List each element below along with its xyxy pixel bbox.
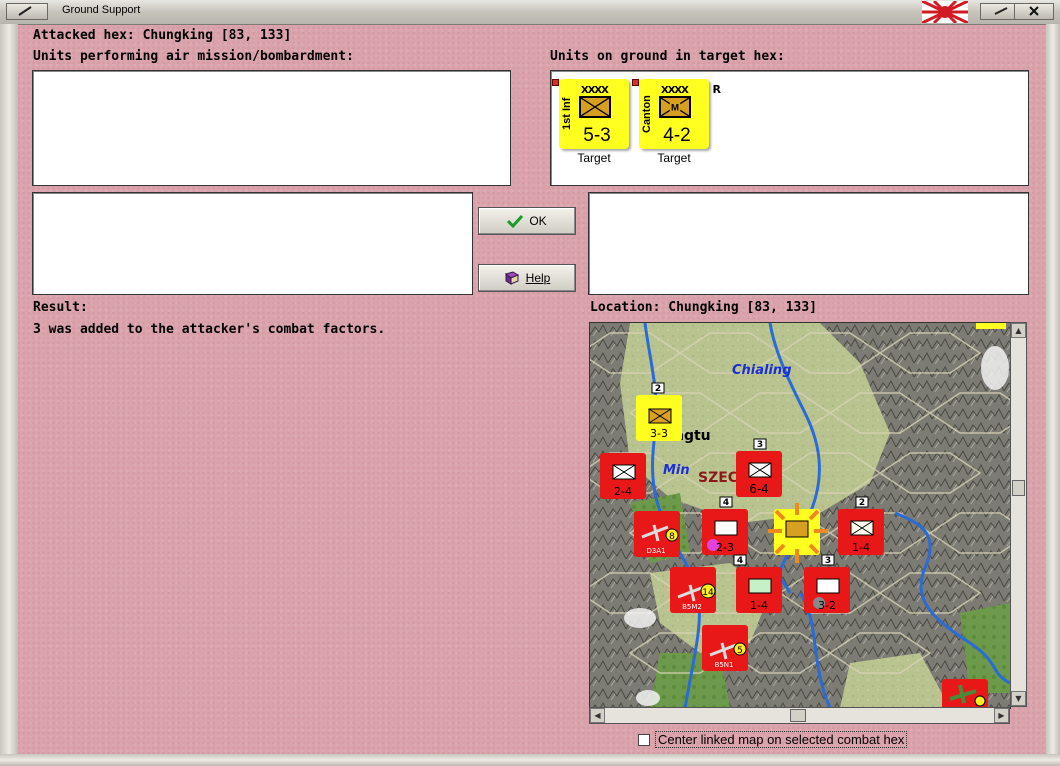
svg-text:B5N1: B5N1 <box>715 661 734 669</box>
center-map-option[interactable]: Center linked map on selected combat hex <box>638 731 908 748</box>
unit-status: Target <box>657 151 691 165</box>
hex-map: Chialing Min ngtu SZEC 2 3-3 2-4 3 6-4 4… <box>590 323 1010 708</box>
svg-text:D3A1: D3A1 <box>646 547 665 555</box>
ground-support-dialog: Ground Support Attacked hex: Chungking [… <box>0 0 1060 766</box>
scroll-up-icon[interactable]: ▲ <box>1011 323 1026 338</box>
ground-unit-canton[interactable]: Canton XXXX M 4-2 R <box>632 79 721 149</box>
center-map-checkbox-label: Center linked map on selected combat hex <box>655 731 908 748</box>
scroll-left-icon[interactable]: ◀ <box>590 708 605 723</box>
checkmark-icon <box>507 214 524 228</box>
svg-text:3: 3 <box>757 440 763 450</box>
svg-text:M: M <box>671 103 679 113</box>
svg-text:4: 4 <box>723 498 729 508</box>
svg-text:B5M2: B5M2 <box>682 603 702 611</box>
map-vertical-scrollbar[interactable]: ▲ ▼ <box>1010 322 1027 707</box>
window-title: Ground Support <box>62 4 141 16</box>
center-map-checkbox[interactable] <box>638 733 650 746</box>
window-frame-left <box>0 24 18 766</box>
result-text: 3 was added to the attacker's combat fac… <box>33 322 386 337</box>
system-menu-button[interactable] <box>6 3 48 20</box>
svg-text:2-4: 2-4 <box>614 485 632 498</box>
svg-text:1-4: 1-4 <box>852 541 870 554</box>
svg-text:3: 3 <box>825 556 831 566</box>
unit-size: XXXX <box>661 85 689 96</box>
unit-strength: 5-3 <box>583 125 611 146</box>
svg-text:14: 14 <box>702 588 714 598</box>
unit-marker <box>632 79 639 86</box>
map-air-unit-b5n1: 5 B5N1 <box>702 625 748 671</box>
map-air-unit-edge <box>942 679 988 708</box>
ok-button[interactable]: OK <box>478 207 576 235</box>
location-label: Location: Chungking [83, 133] <box>590 300 817 315</box>
ground-details-panel <box>588 192 1029 295</box>
close-icon <box>1029 6 1039 16</box>
air-details-panel <box>32 192 473 295</box>
attacked-hex-label: Attacked hex: Chungking [83, 133] <box>33 28 292 43</box>
ground-units-label: Units on ground in target hex: <box>550 49 785 64</box>
window-frame-bottom <box>0 754 1060 766</box>
map-air-unit-b5m2: 14 B5M2 <box>670 567 716 613</box>
svg-text:1-4: 1-4 <box>750 599 768 612</box>
svg-text:2: 2 <box>655 384 661 394</box>
ground-units-list[interactable]: 1st Inf XXXX 5-3 Target Canton XXXX M 4-… <box>550 70 1029 186</box>
vertical-scroll-thumb[interactable] <box>1012 480 1025 496</box>
svg-text:2: 2 <box>859 498 865 508</box>
ok-button-label: OK <box>529 214 547 228</box>
svg-text:3-2: 3-2 <box>818 599 836 612</box>
militia-symbol-icon: M <box>659 96 691 118</box>
svg-text:4: 4 <box>737 556 743 566</box>
infantry-symbol-icon <box>579 96 611 118</box>
reserve-indicator: R <box>712 83 721 96</box>
map-air-unit-d3a1: 8 D3A1 <box>634 511 680 557</box>
target-hex-marker <box>768 503 828 563</box>
unit-strength: 4-2 <box>663 125 691 146</box>
help-button-label: Help <box>525 271 551 285</box>
scroll-down-icon[interactable]: ▼ <box>1011 691 1026 706</box>
horizontal-scroll-thumb[interactable] <box>790 709 806 722</box>
help-button[interactable]: Help <box>478 264 576 292</box>
svg-text:2-3: 2-3 <box>716 541 734 554</box>
title-bar: Ground Support <box>0 0 1060 25</box>
map-label-city2: SZEC <box>698 470 738 486</box>
rising-sun-flag-icon <box>922 1 968 23</box>
air-units-label: Units performing air mission/bombardment… <box>33 49 354 64</box>
map-horizontal-scrollbar[interactable]: ◀ ▶ <box>589 707 1010 724</box>
map-label-river1: Chialing <box>732 363 792 378</box>
svg-text:8: 8 <box>669 532 675 542</box>
ground-unit-1st-inf[interactable]: 1st Inf XXXX 5-3 <box>552 79 629 149</box>
unit-status: Target <box>577 151 611 165</box>
svg-text:6-4: 6-4 <box>749 482 769 496</box>
scroll-right-icon[interactable]: ▶ <box>994 708 1009 723</box>
svg-text:3-3: 3-3 <box>650 427 668 440</box>
svg-text:5: 5 <box>737 646 743 656</box>
map-label-river2: Min <box>663 463 690 478</box>
unit-size: XXXX <box>581 85 609 96</box>
unit-marker <box>552 79 559 86</box>
help-book-icon <box>504 271 519 285</box>
air-units-list[interactable] <box>32 70 511 186</box>
window-frame-right <box>1046 24 1060 766</box>
map-unit-edge-partial <box>976 323 1006 329</box>
close-button[interactable] <box>1014 3 1054 20</box>
location-map[interactable]: Chialing Min ngtu SZEC 2 3-3 2-4 3 6-4 4… <box>589 322 1011 709</box>
result-label: Result: <box>33 300 88 315</box>
map-unit-2-4: 2-4 <box>600 453 646 499</box>
